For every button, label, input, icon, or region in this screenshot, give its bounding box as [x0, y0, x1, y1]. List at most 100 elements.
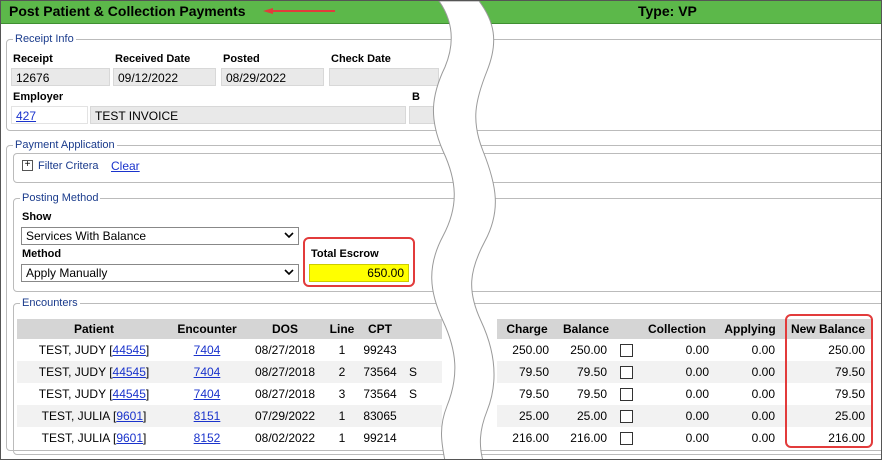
- clear-filter-link[interactable]: Clear: [111, 159, 140, 173]
- line-cell: 1: [338, 343, 346, 357]
- col-dos: DOS: [243, 319, 327, 339]
- employer-name-field: TEST INVOICE: [90, 106, 406, 124]
- patient-cell: TEST, JUDY [44545]: [38, 343, 150, 357]
- patient-id-link[interactable]: 44545: [113, 343, 146, 357]
- encounter-link[interactable]: 8152: [194, 431, 221, 445]
- select-cell: [615, 339, 637, 361]
- col-select: [615, 319, 637, 339]
- posted-label: Posted: [223, 53, 260, 65]
- received-date-label: Received Date: [115, 53, 191, 65]
- dos-cell: 08/27/2018: [254, 343, 316, 357]
- encounter-cell: 7404: [171, 383, 243, 405]
- table-row: TEST, JUDY [44545] 7404 08/27/2018 1 99243: [17, 339, 442, 361]
- row-checkbox[interactable]: [619, 432, 633, 446]
- col-collection: Collection: [637, 319, 717, 339]
- show-label: Show: [22, 211, 52, 223]
- encounter-cell: 8151: [171, 405, 243, 427]
- row-checkbox[interactable]: [619, 366, 633, 380]
- encounter-link[interactable]: 7404: [194, 387, 221, 401]
- collection-cell: 0.00: [637, 405, 717, 427]
- total-escrow-highlight: [303, 237, 415, 287]
- patient-id-link[interactable]: 44545: [113, 365, 146, 379]
- patient-cell: TEST, JULIA [9601]: [41, 431, 147, 445]
- receipt-info-legend: Receipt Info: [15, 33, 74, 45]
- method-select[interactable]: Apply Manually: [21, 264, 299, 282]
- method-label: Method: [22, 248, 62, 260]
- balance-cell: 250.00: [570, 343, 607, 357]
- patient-name: TEST, JUDY: [38, 343, 106, 357]
- select-cell: [615, 405, 637, 427]
- payment-window: Post Patient & Collection Payments Type:…: [0, 0, 882, 460]
- cpt-cell: 99214: [363, 431, 397, 445]
- balance-cell: 79.50: [557, 361, 615, 383]
- cpt-cell: 99243: [363, 343, 397, 357]
- payment-application-legend: Payment Application: [15, 139, 115, 151]
- encounter-cell: 7404: [171, 361, 243, 383]
- show-select[interactable]: Services With Balance: [21, 227, 299, 245]
- select-cell: [615, 383, 637, 405]
- employer-label: Employer: [13, 91, 64, 103]
- posting-method-legend: Posting Method: [22, 192, 99, 204]
- row-checkbox[interactable]: [619, 344, 633, 358]
- patient-name: TEST, JUDY: [38, 387, 106, 401]
- encounter-link[interactable]: 7404: [194, 365, 221, 379]
- patient-id-link[interactable]: 9601: [116, 409, 143, 423]
- line-cell: 1: [338, 431, 346, 445]
- patient-name: TEST, JULIA: [41, 431, 110, 445]
- applying-cell: 0.00: [717, 405, 783, 427]
- cpt-cell: 83065: [357, 405, 403, 427]
- table-header-row: Patient Encounter DOS Line CPT: [17, 319, 442, 339]
- patient-id-link[interactable]: 9601: [116, 431, 143, 445]
- applying-cell: 0.00: [751, 387, 775, 401]
- chevron-down-icon: [284, 232, 294, 239]
- patient-cell: TEST, JULIA [9601]: [17, 405, 171, 427]
- patient-id-link[interactable]: 44545: [113, 387, 146, 401]
- col-encounter: Encounter: [171, 319, 243, 339]
- new-balance-highlight: [785, 314, 873, 448]
- employer-id-link[interactable]: 427: [16, 109, 36, 123]
- balance-cell: 79.50: [576, 387, 607, 401]
- applying-cell: 0.00: [751, 343, 775, 357]
- col-balance: Balance: [557, 319, 615, 339]
- receipt-field: 12676: [11, 68, 110, 86]
- row-checkbox[interactable]: [619, 410, 633, 424]
- charge-cell: 216.00: [512, 431, 549, 445]
- dos-cell: 08/27/2018: [254, 387, 316, 401]
- patient-cell: TEST, JUDY [44545]: [38, 387, 150, 401]
- check-date-label: Check Date: [331, 53, 391, 65]
- line-cell: 3: [338, 387, 346, 401]
- cpt-cell: 73564: [357, 361, 403, 383]
- select-cell: [615, 361, 637, 383]
- collection-cell: 0.00: [685, 343, 709, 357]
- charge-cell: 79.50: [518, 387, 549, 401]
- encounters-legend: Encounters: [22, 297, 78, 309]
- page-title: Post Patient & Collection Payments: [9, 3, 246, 19]
- patient-cell: TEST, JUDY [44545]: [17, 361, 171, 383]
- chevron-down-icon: [284, 269, 294, 276]
- arrow-left-icon: [263, 8, 335, 14]
- row-checkbox[interactable]: [619, 388, 633, 402]
- applying-cell: 0.00: [751, 431, 775, 445]
- col-applying: Applying: [717, 319, 783, 339]
- dos-cell: 08/02/2022: [254, 431, 316, 445]
- show-selected-value: Services With Balance: [26, 229, 147, 243]
- balance-cell: 216.00: [570, 431, 607, 445]
- charge-cell: 250.00: [512, 343, 549, 357]
- line-cell: 2: [327, 361, 357, 383]
- cpt-cell: 73564: [363, 387, 397, 401]
- encounter-link[interactable]: 7404: [194, 343, 221, 357]
- collection-cell: 0.00: [685, 387, 709, 401]
- expand-plus-icon[interactable]: +: [22, 160, 33, 171]
- payment-type-label: Type: VP: [638, 3, 697, 19]
- filter-criteria-label: Filter Critera: [38, 160, 99, 172]
- method-selected-value: Apply Manually: [26, 266, 108, 280]
- charge-cell: 25.00: [497, 405, 557, 427]
- col-cpt: CPT: [357, 319, 403, 339]
- dos-cell: 08/27/2018: [243, 361, 327, 383]
- employer-id-cell: 427: [11, 106, 88, 124]
- col-line: Line: [327, 319, 357, 339]
- applying-cell: 0.00: [717, 361, 783, 383]
- encounter-link[interactable]: 8151: [194, 409, 221, 423]
- line-cell: 1: [327, 405, 357, 427]
- col-charge: Charge: [497, 319, 557, 339]
